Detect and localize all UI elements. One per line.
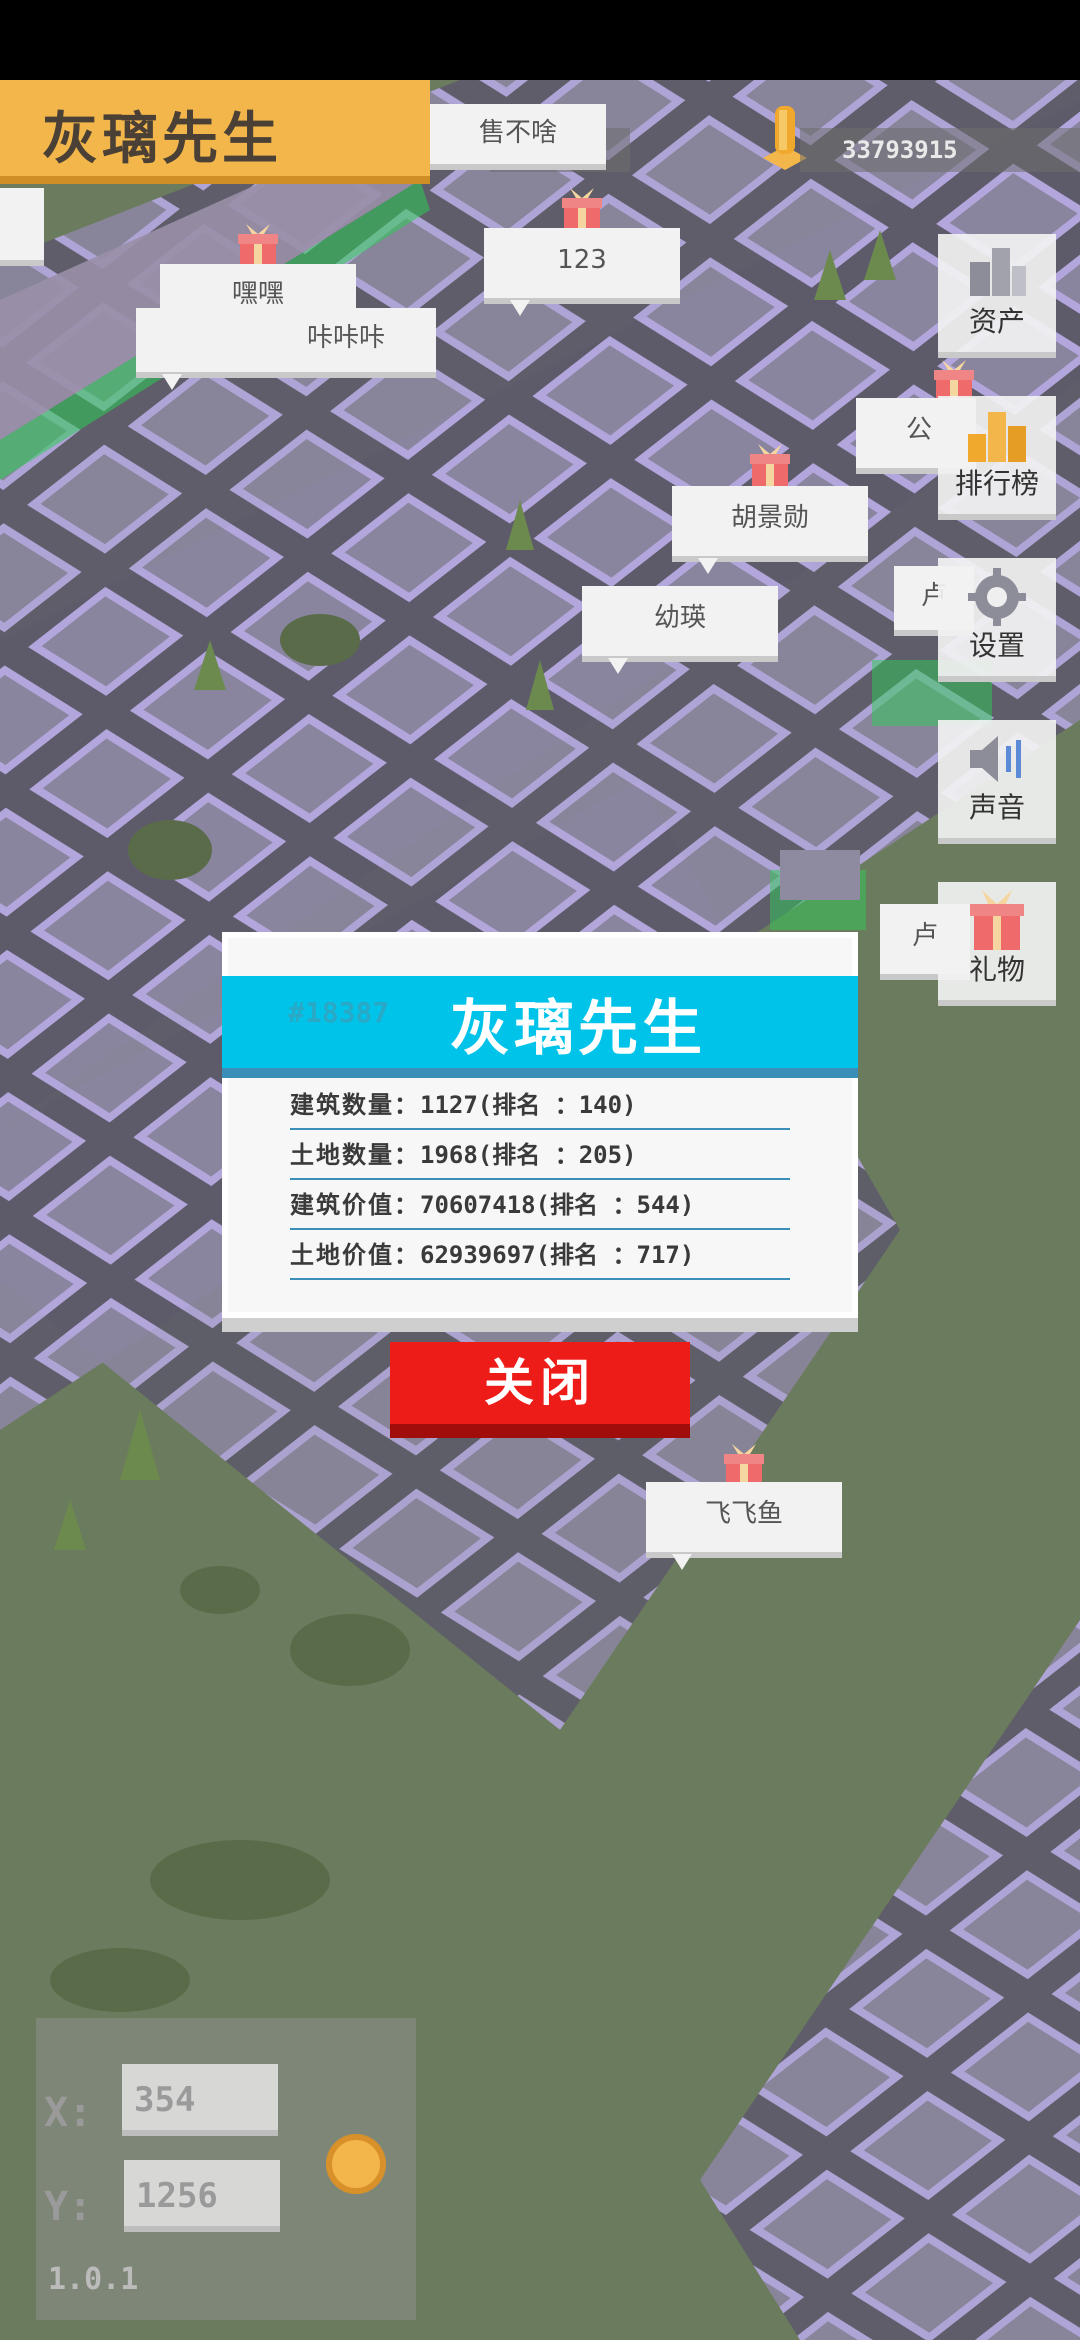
player-name: 灰璃先生 — [42, 107, 282, 172]
assets-icon — [970, 248, 1026, 296]
stat-row: 建筑价值：70607418(排名 ：544) — [290, 1182, 790, 1230]
map-label[interactable]: 售不啥 — [430, 104, 606, 170]
status-bar — [0, 0, 1080, 80]
sound-label: 声音 — [968, 791, 1025, 824]
map-label[interactable]: 咔咔咔 — [136, 308, 436, 390]
x-axis-label: X: — [44, 2090, 93, 2136]
leaderboard-button[interactable]: 排行榜 — [938, 396, 1056, 520]
player-id: #18387 — [288, 996, 390, 1029]
gift-button[interactable]: 礼物 — [938, 882, 1056, 1006]
y-axis-label: Y: — [44, 2184, 93, 2230]
gift-label: 礼物 — [968, 953, 1025, 986]
sound-button[interactable]: 声音 — [938, 720, 1056, 844]
stat-value: 1968(排名 ：205) — [420, 1141, 637, 1169]
leaderboard-label: 排行榜 — [954, 467, 1039, 500]
map-label-text: 飞飞鱼 — [704, 1499, 783, 1529]
coin-icon[interactable] — [326, 2134, 386, 2194]
stat-value: 70607418(排名 ：544) — [420, 1191, 695, 1219]
map-label-text: 幼瑛 — [653, 603, 706, 633]
dialog-title: 灰璃先生 — [450, 994, 706, 1064]
settings-button[interactable]: 设置 — [938, 558, 1056, 682]
coin-counter: 33793915 — [800, 128, 1080, 172]
version-label: 1.0.1 — [48, 2262, 139, 2297]
speaker-icon — [970, 736, 1021, 782]
leaderboard-icon — [968, 412, 1026, 462]
dialog-header: #18387 灰璃先生 — [222, 976, 858, 1078]
stat-row: 土地数量：1968(排名 ：205) — [290, 1132, 790, 1180]
stat-label: 土地价值： — [290, 1241, 420, 1269]
gift-icon — [748, 444, 792, 492]
stat-value: 1127(排名 ：140) — [420, 1091, 637, 1119]
stat-label: 建筑价值： — [290, 1191, 420, 1219]
map-label[interactable]: 123 — [484, 228, 680, 316]
assets-label: 资产 — [968, 305, 1025, 338]
map-label-text: 咔咔咔 — [306, 323, 385, 353]
x-coordinate-input[interactable]: 354 — [122, 2064, 278, 2136]
map-label-text: 123 — [557, 245, 607, 275]
map-label[interactable]: 胡景勋 — [672, 486, 868, 574]
stat-row: 建筑数量：1127(排名 ：140) — [290, 1082, 790, 1130]
gear-icon — [968, 568, 1026, 626]
settings-label: 设置 — [968, 629, 1025, 662]
gift-icon — [970, 890, 1024, 950]
map-label-text: 售不啥 — [478, 118, 557, 148]
y-coordinate-input[interactable]: 1256 — [124, 2160, 280, 2232]
map-label[interactable] — [0, 188, 44, 266]
stat-label: 土地数量： — [290, 1141, 420, 1169]
map-label[interactable]: 飞飞鱼 — [646, 1482, 842, 1570]
map-label[interactable]: 幼瑛 — [582, 586, 778, 674]
close-button[interactable]: 关闭 — [390, 1342, 690, 1438]
player-info-dialog: #18387 灰璃先生 建筑数量：1127(排名 ：140) 土地数量：1968… — [222, 932, 858, 1332]
stat-label: 建筑数量： — [290, 1091, 420, 1119]
assets-button[interactable]: 资产 — [938, 234, 1056, 358]
player-name-bar[interactable]: 灰璃先生 — [0, 80, 430, 184]
stat-value: 62939697(排名 ：717) — [420, 1241, 695, 1269]
stat-row: 土地价值：62939697(排名 ：717) — [290, 1232, 790, 1280]
map-label-text: 胡景勋 — [730, 503, 809, 533]
